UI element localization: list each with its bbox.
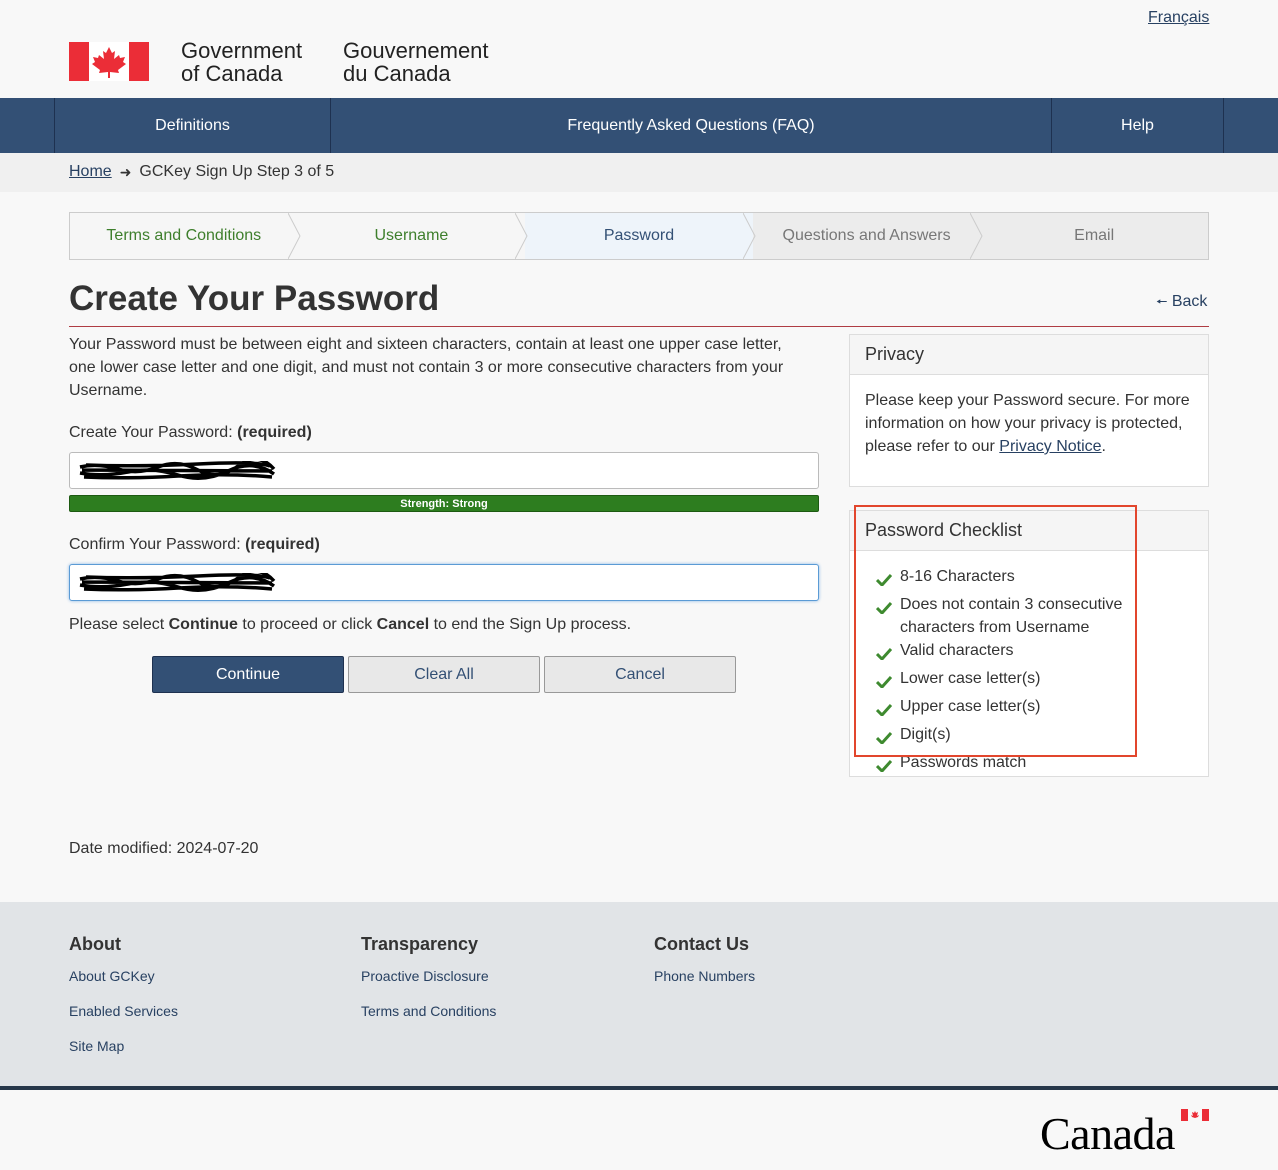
footer-transparency-heading: Transparency	[361, 934, 479, 954]
masked-password-scribble	[79, 460, 276, 480]
signature-english: Government of Canada	[181, 39, 302, 85]
clear-all-button[interactable]: Clear All	[348, 656, 540, 693]
progress-steps: Terms and Conditions Username Password Q…	[69, 212, 1209, 260]
breadcrumb-arrow-icon: ➜	[119, 163, 132, 180]
footer-contact-heading: Contact Us	[654, 934, 750, 954]
date-modified: Date modified: 2024-07-20	[69, 840, 259, 857]
footer-transparency-column: Transparency Proactive Disclosure Terms …	[361, 934, 496, 1038]
menu-item-definitions[interactable]: Definitions	[54, 98, 330, 153]
masked-password-scribble	[79, 572, 276, 592]
step-label: Terms and Conditions	[106, 227, 262, 244]
footer-link-phone-numbers[interactable]: Phone Numbers	[654, 968, 755, 1003]
privacy-panel: Privacy Please keep your Password secure…	[849, 334, 1209, 487]
signature-fr-line1: Gouvernement	[343, 38, 489, 63]
language-toggle-link[interactable]: Français	[1148, 9, 1209, 27]
instr-continue: Continue	[168, 616, 238, 633]
signature-en-line1: Government	[181, 38, 303, 63]
wordmark-flag-icon	[1181, 1109, 1209, 1121]
step-separator-icon	[970, 213, 983, 259]
step-label: Email	[1074, 227, 1115, 244]
footer-about-heading: About	[69, 934, 121, 954]
step-username: Username	[297, 213, 528, 259]
checklist-highlight-box	[854, 505, 1137, 757]
continue-button[interactable]: Continue	[152, 656, 344, 693]
footer-link-about-gckey[interactable]: About GCKey	[69, 968, 178, 1003]
menu-item-faq[interactable]: Frequently Asked Questions (FAQ)	[330, 98, 1051, 153]
signature-french: Gouvernement du Canada	[343, 39, 489, 85]
step-email: Email	[980, 213, 1208, 259]
privacy-panel-body: Please keep your Password secure. For mo…	[850, 375, 1208, 472]
password-required-marker: (required)	[237, 424, 312, 441]
step-separator-icon	[515, 213, 528, 259]
footer-link-site-map[interactable]: Site Map	[69, 1038, 178, 1073]
footer-link-terms-conditions[interactable]: Terms and Conditions	[361, 1003, 496, 1038]
step-label: Password	[603, 227, 675, 244]
back-link[interactable]: 🠔 Back	[1156, 293, 1207, 315]
password-label-text: Create Your Password:	[69, 424, 233, 441]
menu-item-help[interactable]: Help	[1051, 98, 1224, 153]
confirm-required-marker: (required)	[245, 536, 320, 553]
main-menu: Definitions Frequently Asked Questions (…	[0, 98, 1278, 153]
password-label: Create Your Password: (required)	[69, 424, 312, 442]
privacy-notice-link[interactable]: Privacy Notice	[999, 438, 1101, 455]
site-footer	[0, 902, 1278, 1086]
check-icon	[875, 759, 893, 774]
canada-flag-icon	[69, 42, 149, 81]
back-label: Back	[1171, 293, 1208, 310]
breadcrumb: Home ➜ GCKey Sign Up Step 3 of 5	[69, 163, 334, 181]
breadcrumb-home-link[interactable]: Home	[69, 163, 112, 181]
footer-contact-column: Contact Us Phone Numbers	[654, 934, 755, 1003]
page-title: Create Your Password	[69, 279, 440, 318]
step-label: Username	[374, 227, 449, 244]
privacy-panel-title: Privacy	[850, 335, 1208, 375]
back-arrow-icon: 🠔	[1156, 294, 1168, 309]
password-rules-text: Your Password must be between eight and …	[69, 336, 784, 399]
step-label: Questions and Answers	[782, 227, 951, 244]
password-input[interactable]	[69, 452, 819, 489]
cancel-button[interactable]: Cancel	[544, 656, 736, 693]
step-questions: Questions and Answers	[752, 213, 983, 259]
footer-divider	[0, 1086, 1278, 1090]
instr-mid: to proceed or click	[237, 616, 377, 633]
step-password: Password	[525, 213, 756, 259]
signature-fr-line2: du Canada	[343, 61, 451, 86]
password-strength-meter: Strength: Strong	[69, 495, 819, 512]
breadcrumb-current: GCKey Sign Up Step 3 of 5	[139, 163, 335, 180]
footer-link-enabled-services[interactable]: Enabled Services	[69, 1003, 178, 1038]
confirm-label-text: Confirm Your Password:	[69, 536, 241, 553]
continue-instruction: Please select Continue to proceed or cli…	[69, 616, 631, 634]
step-separator-icon	[742, 213, 756, 259]
footer-about-column: About About GCKey Enabled Services Site …	[69, 934, 178, 1073]
footer-link-proactive-disclosure[interactable]: Proactive Disclosure	[361, 968, 496, 1003]
title-divider	[69, 326, 1209, 327]
signature-en-line2: of Canada	[181, 61, 283, 86]
step-separator-icon	[287, 213, 301, 259]
instr-cancel: Cancel	[376, 616, 430, 633]
confirm-password-input[interactable]	[69, 564, 819, 601]
canada-wordmark: Canada	[1040, 1108, 1175, 1159]
instr-post: to end the Sign Up process.	[429, 616, 632, 633]
privacy-text-end: .	[1101, 438, 1106, 455]
confirm-password-label: Confirm Your Password: (required)	[69, 536, 320, 554]
step-terms: Terms and Conditions	[70, 213, 301, 259]
instr-pre: Please select	[69, 616, 169, 633]
